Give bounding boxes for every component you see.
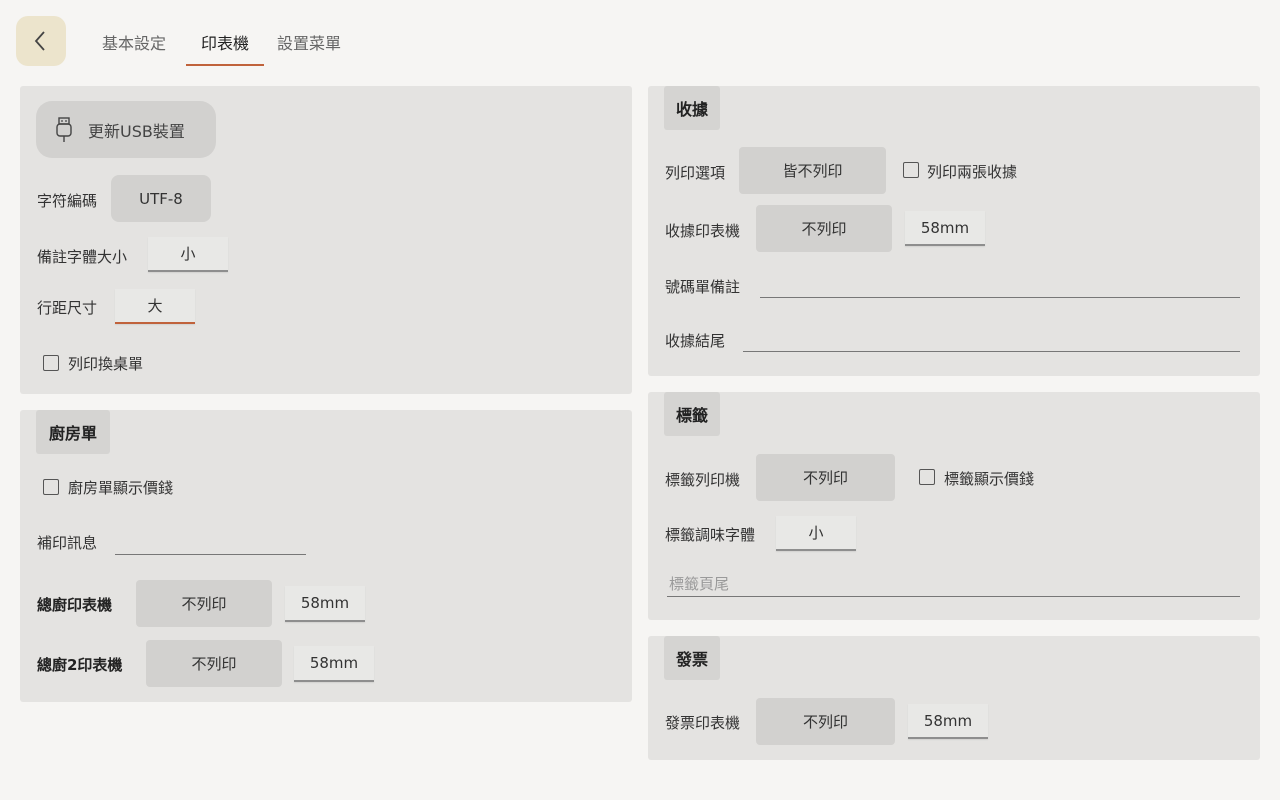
invoice-section-title: 發票	[664, 636, 720, 680]
receipt-printer-select[interactable]: 不列印	[756, 205, 892, 252]
label-seasoning-font-select[interactable]: 小	[776, 516, 856, 551]
label-printer-select[interactable]: 不列印	[756, 454, 895, 501]
receipt-section-title: 收據	[664, 86, 720, 130]
number-note-input[interactable]	[760, 297, 1240, 298]
receipt-print-option-select[interactable]: 皆不列印	[739, 147, 886, 194]
invoice-panel	[648, 636, 1260, 760]
label-panel	[648, 392, 1260, 620]
encoding-select[interactable]: UTF-8	[111, 175, 211, 222]
receipt-paper-size[interactable]: 58mm	[905, 211, 985, 246]
line-spacing-label: 行距尺寸	[37, 299, 98, 317]
receipt-printer-label: 收據印表機	[665, 222, 741, 240]
label-section-title: 標籤	[664, 392, 720, 436]
line-spacing-select[interactable]: 大	[115, 289, 195, 324]
reprint-message-input[interactable]	[115, 554, 306, 555]
label-seasoning-font-label: 標籤調味字體	[665, 526, 756, 544]
print-table-change-checkbox[interactable]	[43, 355, 59, 371]
note-font-size-select[interactable]: 小	[148, 237, 228, 272]
main-kitchen-2-paper-size[interactable]: 58mm	[294, 646, 374, 682]
refresh-usb-label: 更新USB裝置	[88, 121, 185, 141]
receipt-print-option-label: 列印選項	[665, 164, 726, 182]
encoding-label: 字符編碼	[37, 192, 98, 210]
print-two-receipts-checkbox[interactable]	[903, 162, 919, 178]
tab-basic-settings[interactable]: 基本設定	[102, 30, 166, 66]
note-font-size-label: 備註字體大小	[37, 248, 128, 266]
usb-icon	[56, 116, 72, 142]
print-two-receipts-label: 列印兩張收據	[927, 163, 1018, 181]
tab-printer[interactable]: 印表機	[186, 30, 264, 66]
invoice-printer-select[interactable]: 不列印	[756, 698, 895, 745]
main-kitchen-2-printer-label: 總廚2印表機	[37, 656, 123, 674]
invoice-printer-label: 發票印表機	[665, 714, 741, 732]
main-kitchen-printer-label: 總廚印表機	[37, 596, 113, 614]
print-table-change-label: 列印換桌單	[68, 355, 144, 373]
kitchen-show-price-label: 廚房單顯示價錢	[68, 479, 174, 497]
kitchen-show-price-checkbox[interactable]	[43, 479, 59, 495]
receipt-footer-label: 收據結尾	[665, 332, 726, 350]
reprint-message-label: 補印訊息	[37, 534, 98, 552]
tab-menu-settings[interactable]: 設置菜單	[277, 30, 341, 66]
invoice-paper-size[interactable]: 58mm	[908, 704, 988, 739]
back-button[interactable]	[16, 16, 66, 66]
receipt-footer-input[interactable]	[743, 351, 1240, 352]
kitchen-section-title: 廚房單	[36, 410, 110, 454]
main-kitchen-printer-select[interactable]: 不列印	[136, 580, 272, 627]
main-kitchen-2-printer-select[interactable]: 不列印	[146, 640, 282, 687]
label-show-price-checkbox[interactable]	[919, 469, 935, 485]
label-show-price-label: 標籤顯示價錢	[944, 470, 1035, 488]
chevron-left-icon	[34, 31, 45, 51]
refresh-usb-button[interactable]: 更新USB裝置	[36, 101, 216, 158]
label-footer-input[interactable]	[667, 596, 1240, 597]
label-footer-placeholder: 標籤頁尾	[669, 575, 730, 593]
number-note-label: 號碼單備註	[665, 278, 741, 296]
label-printer-label: 標籤列印機	[665, 471, 741, 489]
main-kitchen-paper-size[interactable]: 58mm	[285, 586, 365, 622]
